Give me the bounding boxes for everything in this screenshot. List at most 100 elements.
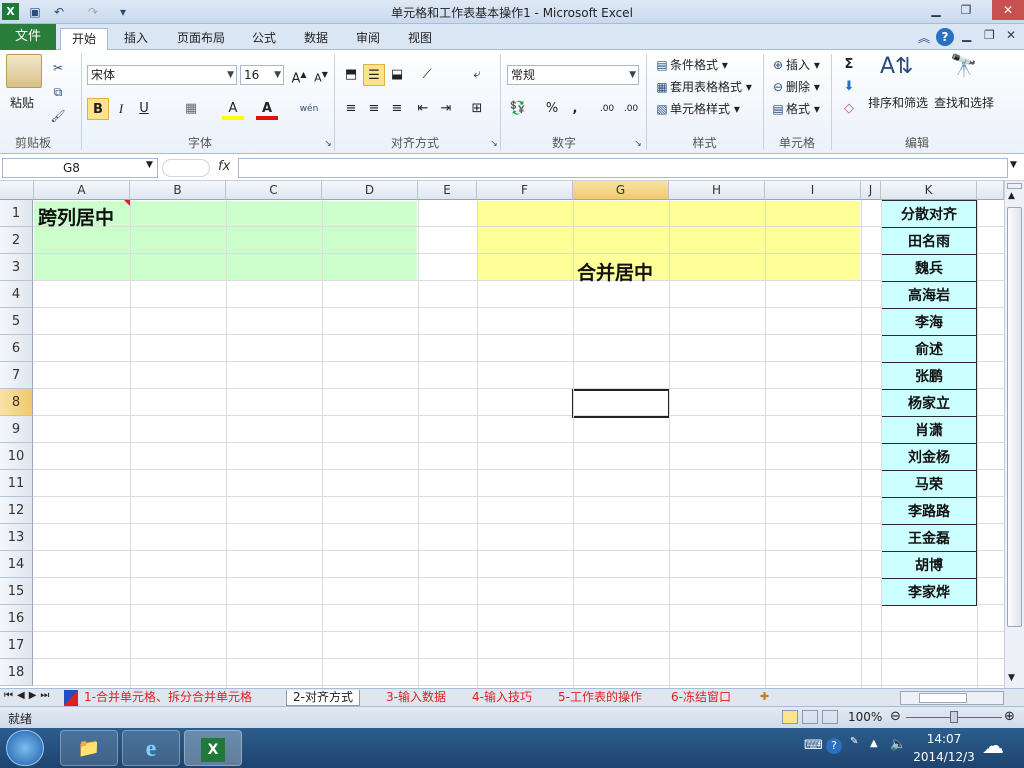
find-select-button[interactable]: 查找和选择 (934, 94, 994, 111)
chevron-down-icon[interactable]: ▼ (146, 160, 153, 170)
zoom-out-icon[interactable]: ⊖ (890, 709, 901, 724)
comma-button[interactable]: , (564, 98, 586, 120)
row-header[interactable]: 1 (0, 200, 33, 227)
find-select-icon[interactable]: 🔭 (950, 54, 977, 79)
start-button[interactable] (6, 730, 44, 766)
sort-filter-icon[interactable]: A⇅ (880, 54, 913, 79)
row-header[interactable]: 3 (0, 254, 33, 281)
format-painter-icon[interactable]: 🖌 (50, 108, 66, 124)
tab-data[interactable]: 数据 (293, 28, 339, 50)
cell-k14[interactable]: 胡博 (881, 552, 977, 579)
ime-icon[interactable]: ✎ (850, 736, 858, 747)
insert-cells-button[interactable]: ⊕ 插入 ▾ (770, 56, 820, 73)
row-header[interactable]: 6 (0, 335, 33, 362)
increase-indent-icon[interactable]: ⇥ (435, 98, 457, 120)
clock-date[interactable]: 2014/12/3 (912, 750, 976, 764)
row-header[interactable]: 9 (0, 416, 33, 443)
column-header[interactable]: I (765, 181, 861, 200)
wrap-text-icon[interactable]: ⤶ (466, 64, 488, 86)
internet-explorer-icon[interactable]: e (122, 730, 180, 766)
scroll-down-icon[interactable]: ▼ (1008, 673, 1015, 683)
workbook-close-icon[interactable]: ✕ (1006, 28, 1016, 42)
tab-formulas[interactable]: 公式 (241, 28, 287, 50)
font-size-combo[interactable]: 16 ▼ (240, 65, 284, 85)
sheet-tab-2[interactable]: 2-对齐方式 (286, 690, 360, 706)
row-header[interactable]: 12 (0, 497, 33, 524)
increase-decimal-button[interactable]: .00 (596, 98, 618, 120)
dialog-launcher-icon[interactable]: ↘ (630, 136, 646, 152)
cell-styles-button[interactable]: ▧ 单元格样式 ▾ (654, 100, 740, 117)
keyboard-icon[interactable]: ⌨ (804, 738, 823, 753)
workbook-minimize-icon[interactable]: ▁ (962, 28, 971, 42)
weather-icon[interactable]: ☁ (982, 734, 1004, 759)
minimize-ribbon-icon[interactable]: ︽ (918, 29, 930, 46)
currency-icon[interactable]: 💱 (507, 98, 529, 120)
cut-icon[interactable]: ✂ (50, 60, 66, 76)
tab-review[interactable]: 审阅 (345, 28, 391, 50)
row-header[interactable]: 17 (0, 632, 33, 659)
column-header[interactable]: C (226, 181, 322, 200)
column-header[interactable]: F (477, 181, 573, 200)
zoom-slider-thumb[interactable] (950, 711, 958, 723)
cell-k9[interactable]: 肖潇 (881, 417, 977, 444)
column-header[interactable]: G (573, 181, 669, 200)
column-header[interactable]: A (34, 181, 130, 200)
italic-button[interactable]: I (110, 98, 132, 120)
row-header[interactable]: 13 (0, 524, 33, 551)
cell-k10[interactable]: 刘金杨 (881, 444, 977, 471)
bold-button[interactable]: B (87, 98, 109, 120)
align-left-icon[interactable]: ≡ (340, 98, 362, 120)
align-center-icon[interactable]: ≡ (363, 98, 385, 120)
paste-button[interactable]: 粘贴 (10, 94, 34, 111)
orientation-icon[interactable]: ⟋ (416, 64, 438, 86)
row-header[interactable]: 16 (0, 605, 33, 632)
row-header[interactable]: 15 (0, 578, 33, 605)
formula-input[interactable] (238, 158, 1008, 178)
help-icon[interactable]: ? (936, 28, 954, 46)
name-box[interactable]: G8 (2, 158, 158, 178)
format-cells-button[interactable]: ▤ 格式 ▾ (770, 100, 820, 117)
worksheet-grid[interactable]: A B C D E F G H I J K 1 2 3 4 5 6 7 8 9 10 11 12 13 1… (0, 181, 1004, 688)
insert-function-button[interactable]: fx (218, 159, 230, 174)
sheet-tab-1[interactable]: 1-合并单元格、拆分合并单元格 (78, 690, 258, 706)
new-sheet-icon[interactable]: ✚ (760, 690, 769, 703)
cell-k4[interactable]: 高海岩 (881, 282, 977, 309)
row-header[interactable]: 4 (0, 281, 33, 308)
cell-k3[interactable]: 魏兵 (881, 255, 977, 282)
fill-color-button[interactable]: A (222, 98, 244, 120)
cell-k7[interactable]: 张鹏 (881, 363, 977, 390)
page-layout-view-icon[interactable] (802, 710, 818, 724)
expand-formula-icon[interactable]: ▼ (1010, 160, 1017, 170)
zoom-level[interactable]: 100% (848, 710, 882, 724)
underline-button[interactable]: U (133, 98, 155, 120)
split-box[interactable] (1007, 183, 1022, 189)
cell-k1[interactable]: 分散对齐 (881, 201, 977, 228)
row-header[interactable]: 8 (0, 389, 33, 416)
font-name-combo[interactable]: 宋体 ▼ (87, 65, 237, 85)
copy-icon[interactable]: ⧉ (50, 84, 66, 100)
tab-page-layout[interactable]: 页面布局 (166, 28, 236, 50)
formula-bar-splitter[interactable] (162, 159, 210, 177)
cell-k6[interactable]: 俞述 (881, 336, 977, 363)
tab-insert[interactable]: 插入 (113, 28, 159, 50)
row-header[interactable]: 2 (0, 227, 33, 254)
cell-k12[interactable]: 李路路 (881, 498, 977, 525)
sheet-tab-4[interactable]: 4-输入技巧 (466, 690, 538, 706)
sheet-tab-3[interactable]: 3-输入数据 (380, 690, 452, 706)
normal-view-icon[interactable] (782, 710, 798, 724)
active-cell-g8[interactable] (572, 389, 670, 418)
select-all-corner[interactable] (0, 181, 34, 200)
merge-center-icon[interactable]: ⊞ (466, 98, 488, 120)
fill-icon[interactable]: ⬇ (838, 76, 860, 98)
conditional-format-button[interactable]: ▤ 条件格式 ▾ (654, 56, 728, 73)
format-as-table-button[interactable]: ▦ 套用表格格式 ▾ (654, 78, 752, 95)
autosum-button[interactable]: Σ (838, 54, 860, 76)
percent-button[interactable]: % (541, 98, 563, 120)
close-icon[interactable]: ✕ (992, 0, 1024, 20)
number-format-combo[interactable]: 常规 ▼ (507, 65, 639, 85)
page-break-view-icon[interactable] (822, 710, 838, 724)
cell-k11[interactable]: 马荣 (881, 471, 977, 498)
sheet-tab-5[interactable]: 5-工作表的操作 (552, 690, 648, 706)
column-header[interactable]: E (418, 181, 477, 200)
restore-icon[interactable]: ❐ (952, 0, 980, 20)
